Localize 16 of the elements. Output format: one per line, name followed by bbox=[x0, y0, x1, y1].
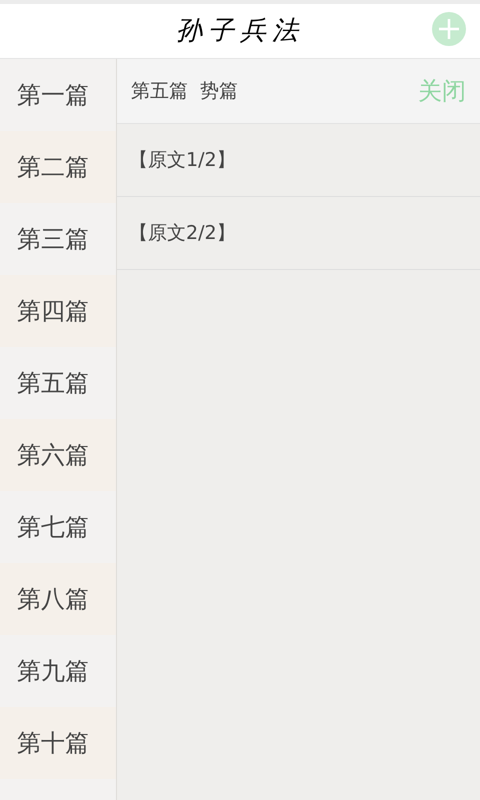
add-button[interactable] bbox=[432, 12, 466, 46]
chapter-item[interactable]: 第六篇 bbox=[0, 419, 116, 491]
text-section-item[interactable]: 【原文2/2】 bbox=[117, 197, 480, 270]
chapter-item[interactable]: 第九篇 bbox=[0, 635, 116, 707]
chapter-item[interactable]: 第三篇 bbox=[0, 203, 116, 275]
plus-icon bbox=[438, 18, 460, 40]
panel-title: 第五篇 势篇 bbox=[131, 78, 238, 104]
chapter-item[interactable]: 第十篇 bbox=[0, 707, 116, 779]
chapter-item[interactable]: 第五篇 bbox=[0, 347, 116, 419]
chapter-item[interactable]: 第八篇 bbox=[0, 563, 116, 635]
chapter-item[interactable]: 第二篇 bbox=[0, 131, 116, 203]
chapter-item[interactable]: 第一篇 bbox=[0, 59, 116, 131]
chapter-item[interactable]: 第七篇 bbox=[0, 491, 116, 563]
text-section-item[interactable]: 【原文1/2】 bbox=[117, 124, 480, 197]
app-title: 孙子兵法 bbox=[176, 14, 304, 48]
chapter-item[interactable]: 第四篇 bbox=[0, 275, 116, 347]
